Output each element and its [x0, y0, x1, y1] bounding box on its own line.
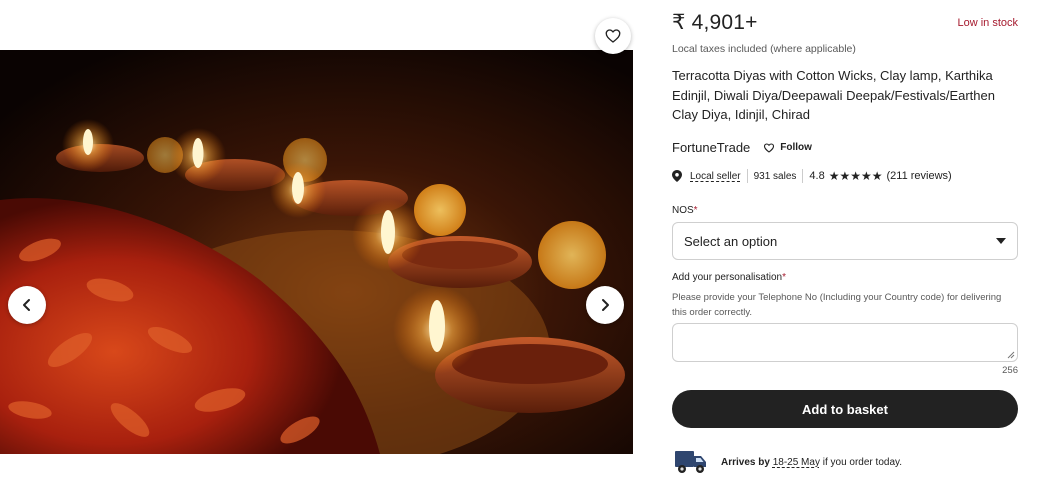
required-mark: *	[693, 205, 698, 216]
arrival-suffix: if you order today.	[822, 456, 903, 468]
shop-meta-row: Local seller 931 sales 4.8 ★★★★★ (211 re…	[672, 169, 952, 183]
required-mark: *	[782, 272, 786, 283]
shipping-text: Arrives by 18-25 May if you order today.	[721, 457, 902, 468]
product-image-gallery[interactable]	[0, 50, 633, 454]
chevron-left-icon	[23, 299, 30, 311]
previous-image-button[interactable]	[8, 286, 46, 324]
personalisation-label: Add your personalisation*	[672, 272, 786, 283]
follow-shop-button[interactable]: Follow	[763, 142, 812, 154]
divider	[746, 169, 748, 183]
sales-count: 931 sales	[753, 170, 797, 182]
star-rating: ★★★★★	[828, 169, 883, 183]
price: ₹ 4,901+	[672, 11, 758, 34]
shop-row: FortuneTrade Follow	[672, 140, 812, 155]
resize-grip-icon[interactable]	[1007, 351, 1015, 359]
chevron-right-icon	[602, 299, 609, 311]
character-count: 256	[1002, 365, 1018, 376]
nos-label-text: NOS	[672, 205, 694, 216]
personalisation-textarea[interactable]	[672, 323, 1018, 362]
truck-icon	[675, 451, 706, 473]
local-seller-link[interactable]: Local seller	[690, 171, 741, 182]
follow-label: Follow	[780, 142, 812, 153]
heart-icon	[605, 29, 621, 43]
personalisation-label-text: Add your personalisation	[672, 272, 783, 283]
arrival-dates[interactable]: 18-25 May	[773, 457, 820, 468]
favorite-button[interactable]	[595, 18, 631, 54]
listing-title: Terracotta Diyas with Cotton Wicks, Clay…	[672, 68, 995, 122]
product-photo-diyas	[0, 50, 633, 454]
tax-note: Local taxes included (where applicable)	[672, 43, 856, 55]
rating-value: 4.8	[809, 170, 825, 182]
personalisation-hint: Please provide your Telephone No (Includ…	[672, 292, 1002, 318]
arrives-prefix: Arrives by	[721, 456, 770, 468]
divider	[802, 169, 804, 183]
heart-icon	[764, 142, 775, 153]
reviews-link[interactable]: (211 reviews)	[887, 170, 952, 182]
map-pin-icon	[672, 170, 682, 182]
add-to-basket-button[interactable]: Add to basket	[672, 390, 1018, 428]
shipping-estimate: Arrives by 18-25 May if you order today.	[675, 449, 902, 475]
nos-select[interactable]: Select an option	[672, 222, 1018, 260]
shop-name-link[interactable]: FortuneTrade	[672, 140, 750, 155]
caret-down-icon	[996, 238, 1006, 244]
nos-select-value: Select an option	[684, 233, 778, 249]
nos-label: NOS*	[672, 205, 698, 216]
next-image-button[interactable]	[586, 286, 624, 324]
stock-status: Low in stock	[957, 17, 1018, 29]
